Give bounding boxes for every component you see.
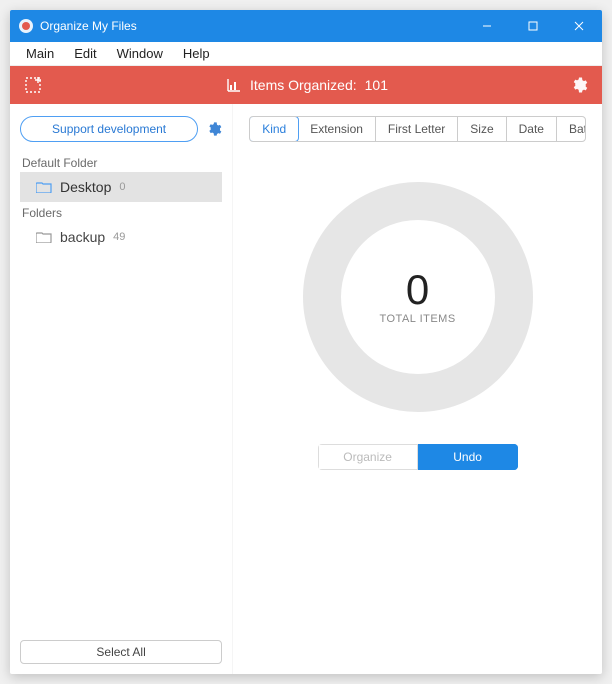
folder-icon bbox=[36, 231, 52, 243]
folder-name: Desktop bbox=[60, 179, 111, 195]
section-folders: Folders bbox=[22, 206, 222, 220]
app-icon bbox=[18, 18, 34, 34]
sidebar-settings-icon[interactable] bbox=[206, 121, 222, 137]
minimize-button[interactable] bbox=[464, 10, 510, 42]
action-buttons: Organize Undo bbox=[318, 444, 518, 470]
menu-help[interactable]: Help bbox=[173, 44, 220, 63]
tab-first-letter[interactable]: First Letter bbox=[376, 117, 458, 141]
select-all-button[interactable]: Select All bbox=[20, 640, 222, 664]
toolbar-status: Items Organized: 101 bbox=[52, 77, 562, 93]
folder-row-desktop[interactable]: Desktop 0 bbox=[20, 172, 222, 202]
folder-count: 0 bbox=[119, 181, 125, 193]
organize-button[interactable]: Organize bbox=[318, 444, 418, 470]
close-button[interactable] bbox=[556, 10, 602, 42]
chart-icon bbox=[226, 77, 242, 93]
main-panel: Kind Extension First Letter Size Date Ba… bbox=[233, 104, 602, 674]
status-prefix: Items Organized: bbox=[250, 77, 357, 93]
undo-button[interactable]: Undo bbox=[418, 444, 518, 470]
status-count: 101 bbox=[365, 77, 388, 93]
maximize-button[interactable] bbox=[510, 10, 556, 42]
menubar: Main Edit Window Help bbox=[10, 42, 602, 66]
add-folder-icon[interactable] bbox=[24, 75, 44, 95]
menu-window[interactable]: Window bbox=[107, 44, 173, 63]
toolbar: Items Organized: 101 bbox=[10, 66, 602, 104]
total-items-label: TOTAL ITEMS bbox=[379, 313, 455, 325]
app-title: Organize My Files bbox=[40, 19, 464, 33]
titlebar: Organize My Files bbox=[10, 10, 602, 42]
sort-mode-tabs: Kind Extension First Letter Size Date Ba… bbox=[249, 116, 586, 142]
section-default-folder: Default Folder bbox=[22, 156, 222, 170]
settings-icon[interactable] bbox=[570, 76, 588, 94]
menu-edit[interactable]: Edit bbox=[64, 44, 106, 63]
app-window: Organize My Files Main Edit Window Help … bbox=[10, 10, 602, 674]
total-items-chart: 0 TOTAL ITEMS bbox=[303, 182, 533, 412]
menu-main[interactable]: Main bbox=[16, 44, 64, 63]
tab-size[interactable]: Size bbox=[458, 117, 506, 141]
folder-icon bbox=[36, 181, 52, 193]
folder-row-backup[interactable]: backup 49 bbox=[20, 222, 222, 252]
tab-batch[interactable]: Batch bbox=[557, 117, 586, 141]
folder-count: 49 bbox=[113, 231, 125, 243]
sidebar: Support development Default Folder Deskt… bbox=[10, 104, 233, 674]
folder-name: backup bbox=[60, 229, 105, 245]
content: Support development Default Folder Deskt… bbox=[10, 104, 602, 674]
tab-kind[interactable]: Kind bbox=[249, 116, 299, 142]
tab-date[interactable]: Date bbox=[507, 117, 557, 141]
total-items-value: 0 bbox=[406, 269, 429, 311]
support-development-button[interactable]: Support development bbox=[20, 116, 198, 142]
tab-extension[interactable]: Extension bbox=[298, 117, 376, 141]
